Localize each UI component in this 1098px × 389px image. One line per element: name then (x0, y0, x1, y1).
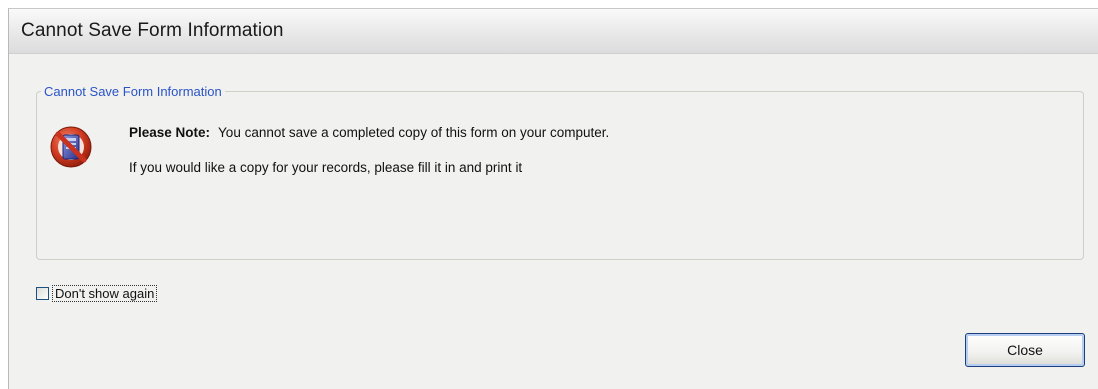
note-text: You cannot save a completed copy of this… (218, 125, 610, 140)
window-title: Cannot Save Form Information (21, 20, 284, 41)
note-label: Please Note: (129, 125, 211, 140)
close-button[interactable]: Close (965, 333, 1085, 367)
dialog-body: Cannot Save Form Information Please Note… (9, 54, 1098, 389)
dialog-window: Cannot Save Form Information Cannot Save… (8, 8, 1098, 389)
error-stop-icon (50, 126, 92, 168)
title-bar[interactable]: Cannot Save Form Information (9, 9, 1098, 54)
info-group: Cannot Save Form Information Please Note… (36, 84, 1084, 260)
group-legend: Cannot Save Form Information (44, 84, 222, 99)
dont-show-again-checkbox[interactable] (36, 286, 49, 300)
copy-instruction-text: If you would like a copy for your record… (129, 160, 523, 175)
dont-show-again-label[interactable]: Don't show again (52, 284, 158, 302)
note-line: Please Note: You cannot save a completed … (129, 125, 609, 140)
dont-show-again-option[interactable]: Don't show again (36, 283, 158, 303)
